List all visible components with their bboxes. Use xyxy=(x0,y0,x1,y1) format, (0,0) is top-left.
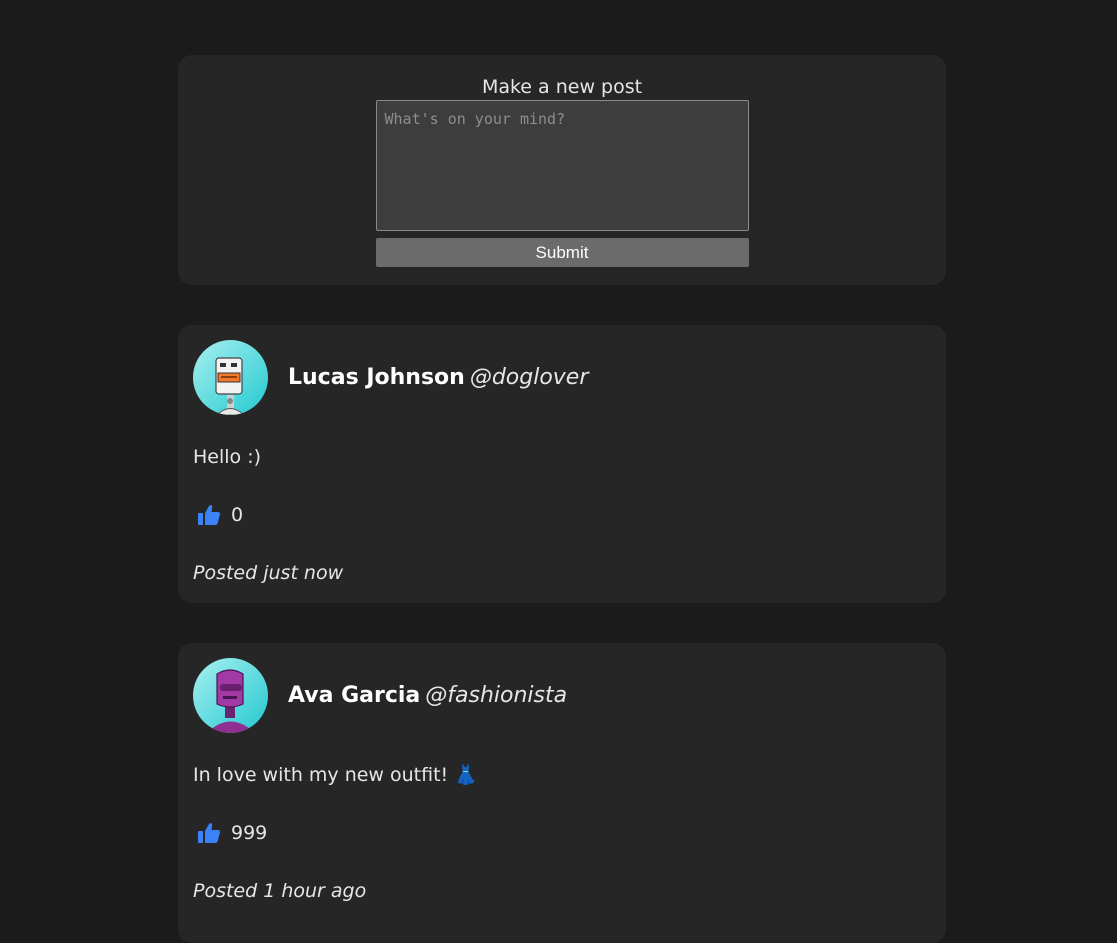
author: Lucas Johnson @doglover xyxy=(288,364,588,392)
post-header: Lucas Johnson @doglover xyxy=(193,340,931,415)
post-timestamp: Posted just now xyxy=(193,562,344,584)
post-timestamp: Posted 1 hour ago xyxy=(193,880,367,902)
thumbs-up-icon[interactable] xyxy=(197,503,221,527)
post-text: In love with my new outfit! 👗 xyxy=(193,764,478,786)
submit-button[interactable]: Submit xyxy=(375,238,749,267)
avatar[interactable] xyxy=(193,658,268,733)
avatar[interactable] xyxy=(193,340,268,415)
author: Ava Garcia @fashionista xyxy=(288,682,567,710)
author-name[interactable]: Lucas Johnson xyxy=(288,365,465,390)
post-card: Lucas Johnson @doglover Hello :) 0 Posted… xyxy=(178,325,946,603)
robot-avatar-icon xyxy=(193,340,268,415)
feed: Make a new post Submit xyxy=(178,55,946,943)
post-header: Ava Garcia @fashionista xyxy=(193,658,931,733)
author-handle[interactable]: @fashionista xyxy=(425,683,567,708)
new-post-composer: Make a new post Submit xyxy=(178,55,946,285)
thumbs-up-icon[interactable] xyxy=(197,821,221,845)
composer-title: Make a new post xyxy=(481,76,643,98)
author-name[interactable]: Ava Garcia xyxy=(288,683,420,708)
post-input[interactable] xyxy=(375,100,749,231)
post-card: Ava Garcia @fashionista In love with my n… xyxy=(178,643,946,943)
like-row: 0 xyxy=(193,503,931,527)
like-row: 999 xyxy=(193,821,931,845)
like-count: 0 xyxy=(231,504,244,526)
author-handle[interactable]: @doglover xyxy=(470,365,589,390)
robot-avatar-icon xyxy=(193,658,268,733)
like-count: 999 xyxy=(231,822,268,844)
post-text: Hello :) xyxy=(193,446,262,468)
